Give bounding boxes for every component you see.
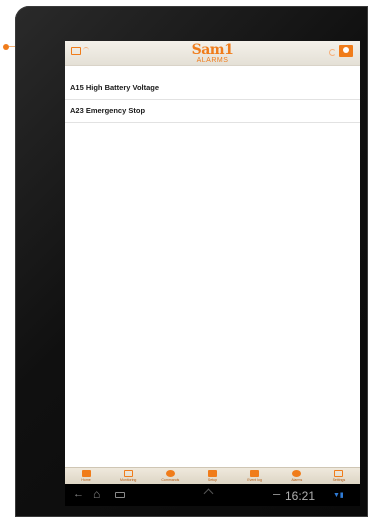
pointer-dot [3,44,9,50]
nav-home[interactable]: Home [66,468,106,485]
nav-event-log[interactable]: Event log [235,468,275,485]
tablet-screen: Sam1 ALARMS A15 High Battery Voltage A23… [65,41,360,506]
refresh-icon[interactable] [329,49,336,56]
android-system-bar: ← ⌂ – 16:21 ▼▮ [65,484,360,506]
nav-label: Settings [332,478,346,482]
back-icon[interactable]: ← [73,488,84,500]
user-icon[interactable] [339,45,353,57]
monitoring-icon [123,470,133,477]
nav-setup[interactable]: Setup [192,468,232,485]
nav-alarms[interactable]: Alarms [277,468,317,485]
page-title: ALARMS [196,57,229,64]
setup-icon [207,470,217,477]
nav-label: Event log [247,478,262,482]
separator: – [273,486,281,501]
alarms-icon [292,470,302,477]
nav-settings[interactable]: Settings [319,468,359,485]
app-logo: Sam1 [191,42,234,58]
tablet-device: Sam1 ALARMS A15 High Battery Voltage A23… [15,6,368,517]
alarm-item[interactable]: A23 Emergency Stop [65,100,360,123]
bottom-navigation: Home Monitoring Commands Setup Event log… [65,467,360,485]
nav-commands[interactable]: Commands [150,468,190,485]
nav-label: Alarms [291,478,303,482]
alarm-item[interactable]: A15 High Battery Voltage [65,77,360,100]
nav-label: Setup [207,478,218,482]
nav-label: Monitoring [120,478,137,482]
chevron-up-icon[interactable] [203,488,214,499]
event-log-icon [250,470,260,477]
nav-label: Commands [161,478,180,482]
signal-battery-icon: ▼▮ [333,492,344,499]
commands-icon [165,470,175,477]
settings-icon [334,470,344,477]
nav-label: Home [81,478,91,482]
nav-monitoring[interactable]: Monitoring [108,468,148,485]
recent-apps-icon[interactable] [115,492,125,498]
app-header: Sam1 ALARMS [65,41,360,66]
alarm-list: A15 High Battery Voltage A23 Emergency S… [65,77,360,123]
clock: 16:21 [285,489,316,503]
home-button-icon[interactable]: ⌂ [93,487,100,501]
home-icon [81,470,91,477]
